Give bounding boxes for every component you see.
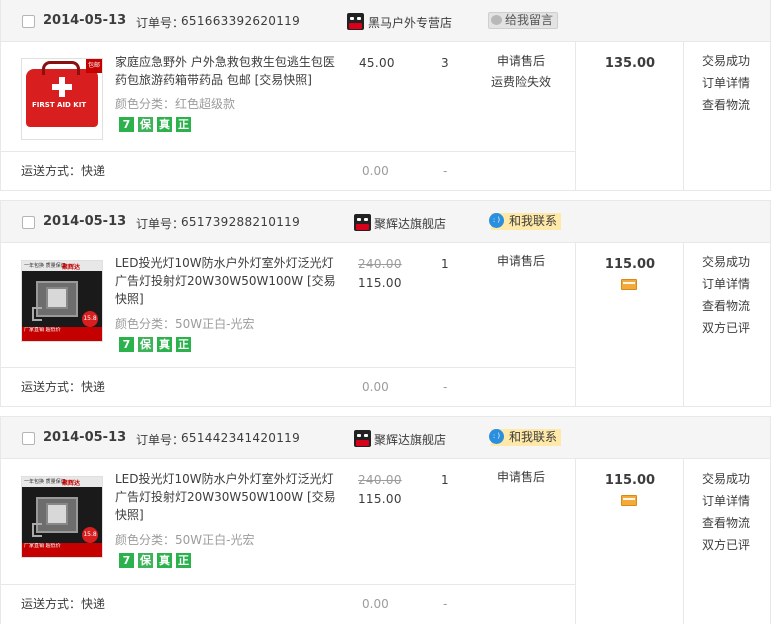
shipping-method: 运送方式：快递 <box>21 380 106 394</box>
quantity: 1 <box>441 257 449 271</box>
product-image[interactable]: 一年包换 质量保证 聚辉达 15.8 厂家直销 超低价 <box>21 476 103 558</box>
order-date: 2014-05-13 <box>43 430 127 445</box>
order-total: 115.00 <box>604 473 656 488</box>
order-number: 651739288210119 <box>181 215 301 229</box>
shipping-insurance-status: 运费险失效 <box>490 75 551 89</box>
order-number: 651442341420119 <box>181 431 301 445</box>
order-checkbox[interactable] <box>22 432 35 445</box>
mutual-review-link[interactable]: 双方已评 <box>702 317 750 339</box>
consumer-protection-icon[interactable]: 保 <box>138 337 153 352</box>
order-number-label: 订单号： <box>136 433 185 447</box>
shop-name-link[interactable]: 聚辉达旗舰店 <box>374 215 446 232</box>
shipping-fee: 0.00 <box>362 164 389 178</box>
order-number: 651663392620119 <box>181 14 301 28</box>
shop-name-link[interactable]: 聚辉达旗舰店 <box>374 431 446 448</box>
order-header: 2014-05-13 订单号： 651442341420119 聚辉达旗舰店 :… <box>1 417 770 459</box>
genuine-icon[interactable]: 真 <box>157 553 172 568</box>
shipping-qty: - <box>443 597 448 611</box>
genuine-icon[interactable]: 真 <box>157 117 172 132</box>
apply-after-sale-link[interactable]: 申请售后 <box>489 51 553 72</box>
seven-day-return-icon[interactable]: 7 <box>119 553 134 568</box>
apply-after-sale-link[interactable]: 申请售后 <box>489 467 553 488</box>
contact-seller-button[interactable]: : ) 和我联系 <box>489 429 562 446</box>
message-bubble-icon <box>491 15 502 25</box>
order-card: 2014-05-13 订单号： 651442341420119 聚辉达旗舰店 :… <box>0 416 771 624</box>
shipping-qty: - <box>443 164 448 178</box>
product-sku: 颜色分类：50W正白-光宏 <box>115 533 255 547</box>
view-logistics-link[interactable]: 查看物流 <box>702 295 750 317</box>
order-header: 2014-05-13 订单号： 651663392620119 黑马户外专营店 … <box>1 0 770 42</box>
tmall-shop-icon <box>354 214 371 231</box>
unit-price: 115.00 <box>358 492 402 506</box>
authentic-icon[interactable]: 正 <box>176 337 191 352</box>
original-price: 240.00 <box>358 257 402 271</box>
product-title-link[interactable]: LED投光灯10W防水户外灯室外灯泛光灯广告灯投射灯20W30W50W100W … <box>115 470 337 524</box>
order-total: 135.00 <box>604 56 656 71</box>
service-badges: 7保真正 <box>119 553 195 569</box>
order-number-label: 订单号： <box>136 16 185 30</box>
apply-after-sale-link[interactable]: 申请售后 <box>489 251 553 272</box>
genuine-icon[interactable]: 真 <box>157 337 172 352</box>
order-card: 2014-05-13 订单号： 651739288210119 聚辉达旗舰店 :… <box>0 200 771 407</box>
wangwang-chat-icon: : ) <box>489 429 504 444</box>
order-checkbox[interactable] <box>22 216 35 229</box>
credit-card-pay-icon <box>621 495 637 506</box>
service-badges: 7保真正 <box>119 117 195 133</box>
order-header: 2014-05-13 订单号： 651739288210119 聚辉达旗舰店 :… <box>1 201 770 243</box>
order-total: 115.00 <box>604 257 656 272</box>
trade-status: 交易成功 <box>702 472 751 486</box>
shipping-method: 运送方式：快递 <box>21 164 106 178</box>
shipping-fee: 0.00 <box>362 597 389 611</box>
seven-day-return-icon[interactable]: 7 <box>119 337 134 352</box>
order-actions: 交易成功 订单详情 查看物流 <box>702 50 750 116</box>
product-title-link[interactable]: 家庭应急野外 户外急救包救生包逃生包医药包旅游药箱带药品 包邮 [交易快照] <box>115 53 337 89</box>
unit-price: 115.00 <box>358 276 402 290</box>
order-number-label: 订单号： <box>136 217 185 231</box>
tmall-shop-icon <box>354 430 371 447</box>
consumer-protection-icon[interactable]: 保 <box>138 117 153 132</box>
trade-status: 交易成功 <box>702 255 751 269</box>
first-aid-cross-icon <box>52 77 72 97</box>
product-image[interactable]: FIRST AID KIT 包邮 <box>21 58 103 140</box>
order-checkbox[interactable] <box>22 15 35 28</box>
product-title-link[interactable]: LED投光灯10W防水户外灯室外灯泛光灯广告灯投射灯20W30W50W100W … <box>115 254 337 308</box>
shipping-fee: 0.00 <box>362 380 389 394</box>
product-sku: 颜色分类：红色超级款 <box>115 97 236 111</box>
after-sale-status: 申请售后 <box>489 251 553 272</box>
order-detail-link[interactable]: 订单详情 <box>702 72 750 94</box>
quantity: 3 <box>441 56 449 70</box>
authentic-icon[interactable]: 正 <box>176 553 191 568</box>
order-date: 2014-05-13 <box>43 214 127 229</box>
original-price: 240.00 <box>358 473 402 487</box>
shop-name-link[interactable]: 黑马户外专营店 <box>368 14 452 31</box>
order-date: 2014-05-13 <box>43 13 127 28</box>
trade-status: 交易成功 <box>702 54 751 68</box>
view-logistics-link[interactable]: 查看物流 <box>702 512 750 534</box>
service-badges: 7保真正 <box>119 337 195 353</box>
product-image[interactable]: 一年包换 质量保证 聚辉达 15.8 厂家直销 超低价 <box>21 260 103 342</box>
order-actions: 交易成功 订单详情 查看物流 双方已评 <box>702 251 750 339</box>
shipping-qty: - <box>443 380 448 394</box>
quantity: 1 <box>441 473 449 487</box>
authentic-icon[interactable]: 正 <box>176 117 191 132</box>
unit-price: 45.00 <box>359 56 395 70</box>
after-sale-status: 申请售后 运费险失效 <box>489 51 553 93</box>
credit-card-pay-icon <box>621 279 637 290</box>
order-detail-link[interactable]: 订单详情 <box>702 273 750 295</box>
leave-message-button[interactable]: 给我留言 <box>488 12 559 29</box>
after-sale-status: 申请售后 <box>489 467 553 488</box>
view-logistics-link[interactable]: 查看物流 <box>702 94 750 116</box>
order-card: 2014-05-13 订单号： 651663392620119 黑马户外专营店 … <box>0 0 771 191</box>
order-detail-link[interactable]: 订单详情 <box>702 490 750 512</box>
shipping-method: 运送方式：快递 <box>21 597 106 611</box>
tmall-shop-icon <box>347 13 364 30</box>
product-sku: 颜色分类：50W正白-光宏 <box>115 317 255 331</box>
seven-day-return-icon[interactable]: 7 <box>119 117 134 132</box>
wangwang-chat-icon: : ) <box>489 213 504 228</box>
contact-seller-button[interactable]: : ) 和我联系 <box>489 213 562 230</box>
consumer-protection-icon[interactable]: 保 <box>138 553 153 568</box>
order-actions: 交易成功 订单详情 查看物流 双方已评 <box>702 468 750 556</box>
mutual-review-link[interactable]: 双方已评 <box>702 534 750 556</box>
